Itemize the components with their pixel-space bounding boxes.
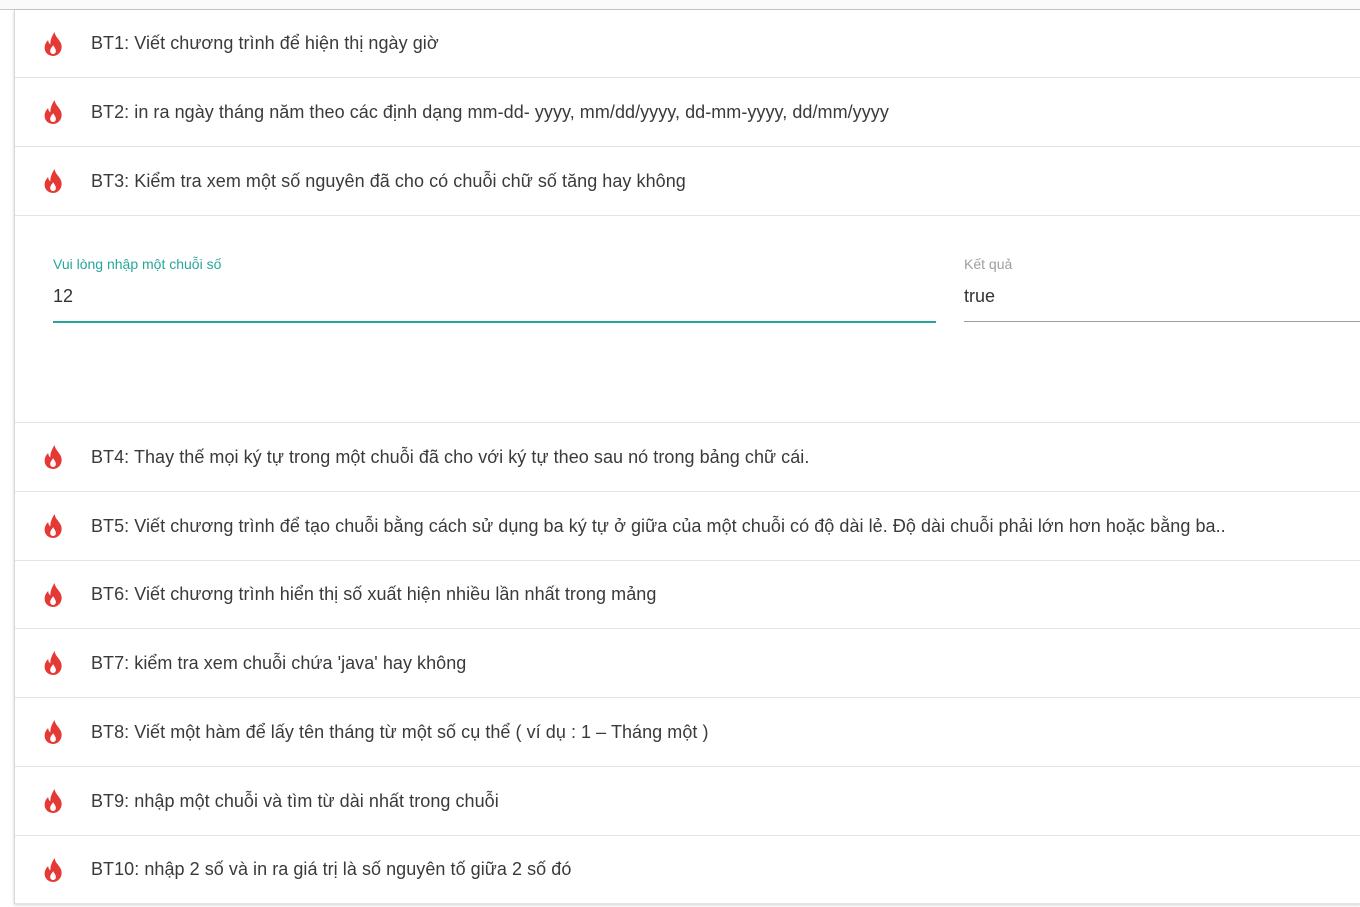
whatshot-icon — [41, 788, 65, 814]
whatshot-icon — [41, 582, 65, 608]
list-item-bt5[interactable]: BT5: Viết chương trình để tạo chuỗi bằng… — [15, 492, 1360, 561]
list-item-label: BT4: Thay thế mọi ký tự trong một chuỗi … — [91, 446, 810, 467]
list-item-bt2[interactable]: BT2: in ra ngày tháng năm theo các định … — [15, 78, 1360, 147]
list-item-bt9[interactable]: BT9: nhập một chuỗi và tìm từ dài nhất t… — [15, 767, 1360, 836]
result-underline — [964, 321, 1360, 322]
number-string-field[interactable]: Vui lòng nhập một chuỗi số 12 — [53, 256, 936, 323]
list-item-bt1[interactable]: BT1: Viết chương trình để hiện thị ngày … — [15, 10, 1360, 78]
list-item-bt4[interactable]: BT4: Thay thế mọi ký tự trong một chuỗi … — [15, 423, 1360, 492]
list-item-label: BT2: in ra ngày tháng năm theo các định … — [91, 101, 889, 122]
list-item-label: BT6: Viết chương trình hiển thị số xuất … — [91, 584, 657, 604]
list-item-bt7[interactable]: BT7: kiểm tra xem chuỗi chứa 'java' hay … — [15, 629, 1360, 698]
list-item-bt3[interactable]: BT3: Kiểm tra xem một số nguyên đã cho c… — [15, 147, 1360, 216]
list-item-label: BT8: Viết một hàm để lấy tên tháng từ mộ… — [91, 721, 709, 742]
list-item-label: BT1: Viết chương trình để hiện thị ngày … — [91, 33, 439, 53]
whatshot-icon — [41, 650, 65, 676]
list-item-label: BT5: Viết chương trình để tạo chuỗi bằng… — [91, 515, 1226, 536]
whatshot-icon — [41, 168, 65, 194]
list-item-bt10[interactable]: BT10: nhập 2 số và in ra giá trị là số n… — [15, 836, 1360, 904]
whatshot-icon — [41, 857, 65, 883]
exercise-list: BT1: Viết chương trình để hiện thị ngày … — [14, 10, 1360, 904]
result-field: Kết quả true — [964, 256, 1360, 322]
number-string-input[interactable]: 12 — [53, 286, 936, 321]
list-item-label: BT10: nhập 2 số và in ra giá trị là số n… — [91, 859, 572, 879]
top-divider — [0, 0, 1360, 10]
whatshot-icon — [41, 513, 65, 539]
result-label: Kết quả — [964, 256, 1013, 272]
whatshot-icon — [41, 99, 65, 125]
input-underline — [53, 321, 936, 323]
bt3-expanded-panel: Vui lòng nhập một chuỗi số 12 Kết quả tr… — [15, 216, 1360, 423]
list-item-bt6[interactable]: BT6: Viết chương trình hiển thị số xuất … — [15, 561, 1360, 629]
result-value: true — [964, 286, 996, 306]
list-item-label: BT7: kiểm tra xem chuỗi chứa 'java' hay … — [91, 652, 467, 673]
page: BT1: Viết chương trình để hiện thị ngày … — [0, 0, 1360, 907]
list-item-bt8[interactable]: BT8: Viết một hàm để lấy tên tháng từ mộ… — [15, 698, 1360, 767]
whatshot-icon — [41, 719, 65, 745]
list-item-label: BT9: nhập một chuỗi và tìm từ dài nhất t… — [91, 790, 499, 811]
number-string-label: Vui lòng nhập một chuỗi số — [53, 256, 222, 272]
list-item-label: BT3: Kiểm tra xem một số nguyên đã cho c… — [91, 170, 686, 191]
whatshot-icon — [41, 444, 65, 470]
whatshot-icon — [41, 31, 65, 57]
